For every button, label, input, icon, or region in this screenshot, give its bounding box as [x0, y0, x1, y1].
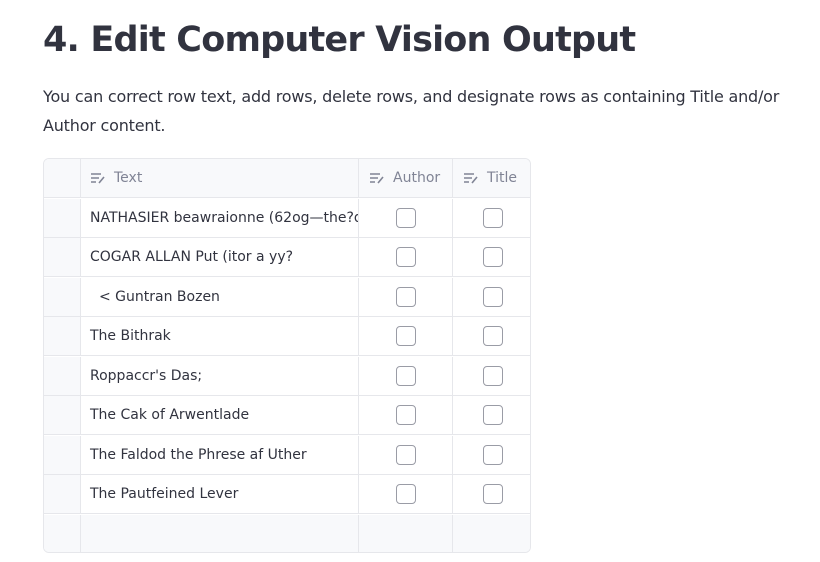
- page-description: You can correct row text, add rows, dele…: [43, 87, 780, 135]
- text-cell[interactable]: The Cak of Arwentlade: [81, 396, 359, 434]
- index-header-cell: [44, 159, 81, 197]
- author-checkbox[interactable]: [395, 207, 416, 228]
- author-cell[interactable]: [359, 356, 453, 395]
- row-index-cell[interactable]: [44, 396, 81, 434]
- column-header-author[interactable]: Author: [359, 159, 453, 197]
- text-cell[interactable]: The Bithrak: [81, 317, 359, 355]
- column-header-text[interactable]: Text: [81, 159, 359, 197]
- row-index-cell[interactable]: [44, 356, 81, 395]
- table-row[interactable]: COGAR ALLAN Put (itor a yy?: [44, 238, 530, 277]
- row-index-cell[interactable]: [44, 198, 81, 237]
- author-cell[interactable]: [359, 317, 453, 355]
- text-cell[interactable]: NATHASIER beawraionne (62og—the?d: [81, 198, 359, 237]
- table-row[interactable]: The Cak of Arwentlade: [44, 396, 530, 435]
- author-cell[interactable]: [359, 238, 453, 276]
- column-header-text-label: Text: [114, 170, 143, 186]
- row-index-cell[interactable]: [44, 317, 81, 355]
- title-cell[interactable]: [453, 238, 530, 276]
- row-index-cell[interactable]: [44, 277, 81, 316]
- column-header-author-label: Author: [393, 170, 441, 186]
- text-cell[interactable]: The Faldod the Phrese af Uther: [81, 435, 359, 474]
- title-checkbox[interactable]: [482, 405, 503, 425]
- add-row-index-cell[interactable]: [44, 514, 81, 552]
- add-row-author-cell[interactable]: [359, 514, 453, 552]
- table-header-row: Text Author Title: [44, 159, 530, 198]
- add-row-text-cell[interactable]: [81, 514, 359, 552]
- add-row[interactable]: [44, 514, 530, 552]
- text-cell[interactable]: < Guntran Bozen: [81, 277, 359, 316]
- column-header-title[interactable]: Title: [453, 159, 530, 197]
- title-checkbox[interactable]: [482, 247, 503, 267]
- author-checkbox[interactable]: [395, 326, 416, 346]
- title-cell[interactable]: [453, 278, 530, 316]
- row-index-cell[interactable]: [44, 238, 81, 276]
- title-checkbox[interactable]: [482, 326, 503, 346]
- title-cell[interactable]: [453, 436, 530, 474]
- title-cell[interactable]: [453, 475, 530, 513]
- author-checkbox[interactable]: [395, 247, 416, 267]
- table-row[interactable]: The Faldod the Phrese af Uther: [44, 435, 530, 475]
- edit-text-icon: [370, 173, 384, 184]
- page-heading: 4. Edit Computer Vision Output: [43, 20, 636, 60]
- title-checkbox[interactable]: [482, 484, 503, 504]
- edit-text-icon: [91, 173, 105, 184]
- author-cell[interactable]: [359, 396, 453, 434]
- author-checkbox[interactable]: [395, 484, 416, 504]
- column-header-title-label: Title: [487, 170, 518, 186]
- table-row[interactable]: The Bithrak: [44, 317, 530, 356]
- title-checkbox[interactable]: [482, 444, 503, 465]
- title-checkbox[interactable]: [482, 365, 503, 386]
- row-index-cell[interactable]: [44, 475, 81, 513]
- author-checkbox[interactable]: [395, 444, 416, 465]
- title-cell[interactable]: [453, 317, 530, 355]
- title-cell[interactable]: [453, 357, 530, 395]
- add-row-title-cell[interactable]: [453, 514, 530, 552]
- text-cell[interactable]: The Pautfeined Lever: [81, 475, 359, 513]
- title-cell[interactable]: [453, 396, 530, 434]
- author-cell[interactable]: [359, 198, 453, 237]
- text-cell[interactable]: COGAR ALLAN Put (itor a yy?: [81, 238, 359, 276]
- title-checkbox[interactable]: [482, 207, 503, 228]
- author-checkbox[interactable]: [395, 286, 416, 307]
- table-row[interactable]: < Guntran Bozen: [44, 277, 530, 317]
- text-cell[interactable]: Roppaccr's Das;: [81, 356, 359, 395]
- table-row[interactable]: The Pautfeined Lever: [44, 475, 530, 514]
- author-cell[interactable]: [359, 435, 453, 474]
- author-cell[interactable]: [359, 277, 453, 316]
- author-cell[interactable]: [359, 475, 453, 513]
- edit-text-icon: [464, 173, 478, 184]
- table-row[interactable]: Roppaccr's Das;: [44, 356, 530, 396]
- title-cell[interactable]: [453, 199, 530, 237]
- row-index-cell[interactable]: [44, 435, 81, 474]
- author-checkbox[interactable]: [395, 405, 416, 425]
- table-row[interactable]: NATHASIER beawraionne (62og—the?d: [44, 198, 530, 238]
- author-checkbox[interactable]: [395, 365, 416, 386]
- data-editor-table[interactable]: Text Author Title NATHASIER beawraionne …: [43, 158, 531, 553]
- title-checkbox[interactable]: [482, 286, 503, 307]
